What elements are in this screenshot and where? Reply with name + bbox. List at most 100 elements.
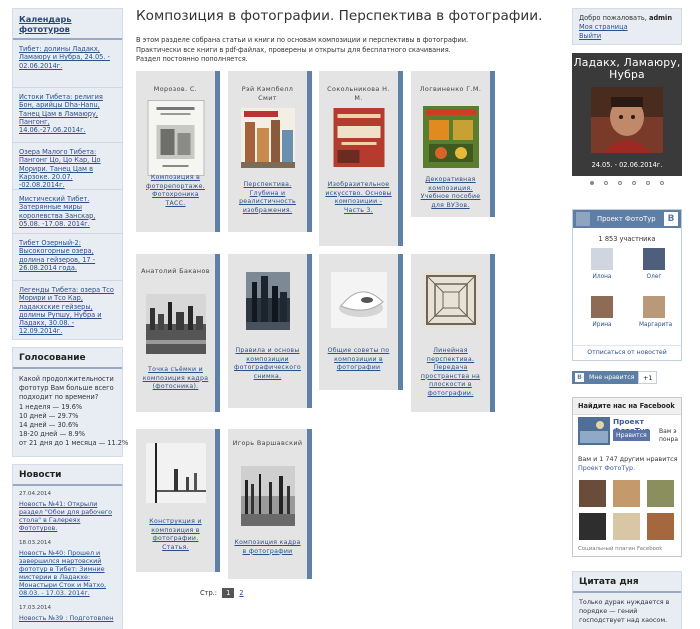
username: admin	[649, 14, 673, 22]
book-cover[interactable]	[145, 294, 206, 354]
right-sidebar: Добро пожаловать, admin Моя страница Вый…	[572, 8, 682, 629]
fb-fan-avatar[interactable]	[647, 480, 674, 507]
tour-link[interactable]: Озера Малого Тибета: Пангонг Цо, Цо Кар,…	[13, 143, 122, 190]
fb-page-link[interactable]: Проект ФотоТур.	[578, 464, 635, 472]
book-title-link[interactable]: Общие советы по композиции в фотографии	[319, 347, 398, 373]
poll-result: 10 дней — 29.7%	[19, 412, 79, 420]
vk-group-name[interactable]: Проект ФотоТур	[597, 215, 656, 223]
user-panel: Добро пожаловать, admin Моя страница Вый…	[572, 8, 682, 45]
book-cover[interactable]	[422, 106, 479, 168]
slide-photo	[591, 87, 663, 153]
news-item: 17.03.2014 Новость №39 : Подготовлен	[13, 600, 122, 625]
calendar-heading[interactable]: Календарь фототуров	[13, 9, 122, 40]
book-card: Рэй Кэмпбелл Смит Перспектива. Глубина и…	[228, 71, 312, 232]
book-cover[interactable]	[147, 100, 204, 176]
book-title-link[interactable]: Перспектива. Глубина и реалистичность из…	[228, 181, 307, 215]
news-link[interactable]: Новость №41: Открыли раздел "Обои для ра…	[19, 500, 116, 532]
fb-fan-avatar[interactable]	[647, 513, 674, 540]
slider-dot[interactable]	[618, 181, 622, 185]
intro-text: В этом разделе собрана статьи и книги по…	[136, 36, 560, 65]
fb-likes-count: Вам и 1 747 другим нравится	[578, 455, 678, 463]
vk-member[interactable]: Маргарита	[639, 296, 672, 328]
logout-link[interactable]: Выйти	[579, 32, 675, 41]
news-date: 18.03.2014	[19, 540, 52, 546]
vk-member[interactable]: Ирина	[587, 296, 617, 328]
book-card: Линейная перспектива. Передача пространс…	[411, 254, 495, 412]
book-title-link[interactable]: Правила и основы композиции фотографичес…	[228, 347, 307, 381]
fb-fan-avatar[interactable]	[579, 513, 606, 540]
fb-like-button[interactable]: Нравится	[613, 430, 650, 441]
poll-result: 1 неделя — 19.6%	[19, 403, 83, 411]
member-name: Ирина	[592, 322, 612, 328]
book-author: Морозов. С.	[153, 85, 198, 93]
welcome-text: Добро пожаловать,	[579, 14, 647, 22]
tour-link[interactable]: Мистический Тибет. Затерянные миры корол…	[13, 190, 122, 234]
fb-you-like: Вам э понра	[659, 428, 679, 443]
poll-block: Голосование Какой продолжительности фото…	[12, 347, 129, 457]
vk-unsubscribe-link[interactable]: Отписаться от новостей	[573, 345, 681, 356]
fb-plugin-footer[interactable]: Социальный плагин Facebook	[578, 546, 662, 552]
news-link[interactable]: Новость №39 : Подготовлен	[19, 614, 116, 622]
slider-dot[interactable]	[660, 181, 664, 185]
vk-logo-icon[interactable]: В	[664, 212, 678, 226]
book-title-link[interactable]: Композиция кадра в фотографии	[228, 539, 307, 556]
intro-line: В этом разделе собрана статьи и книги по…	[136, 36, 469, 44]
pager-page-link[interactable]: 2	[239, 589, 243, 597]
book-title-link[interactable]: Изобразительное искусство. Основы композ…	[319, 181, 398, 215]
tour-link[interactable]: Тибет: долины Ладакх, Ламаюру и Нубра, 2…	[13, 40, 122, 88]
avatar	[591, 248, 613, 270]
tour-link[interactable]: Истоки Тибета: религия Бон, арийцы Dha-H…	[13, 88, 122, 143]
vk-widget: Проект ФотоТур В 1 853 участника Илона О…	[572, 209, 682, 361]
intro-line: Практически все книги в pdf-файлах, пров…	[136, 45, 451, 54]
book-card: Сокольникова Н. М. Изобразительное искус…	[319, 71, 403, 246]
book-cover[interactable]	[240, 108, 295, 168]
tour-link[interactable]: Тибет Озерный-2: Высокогорные озера, дол…	[13, 234, 122, 281]
book-cover[interactable]	[145, 443, 206, 503]
news-date: 17.03.2014	[19, 605, 52, 611]
my-page-link[interactable]: Моя страница	[579, 23, 675, 32]
avatar	[591, 296, 613, 318]
book-cover[interactable]	[240, 466, 295, 526]
book-title-link[interactable]: Конструкция и композиция в фотографии. С…	[136, 518, 215, 552]
book-card: Конструкция и композиция в фотографии. С…	[136, 429, 220, 572]
book-card: Морозов. С. Композиция в фоторепортаже. …	[136, 71, 220, 232]
member-name: Илона	[592, 274, 612, 280]
book-author: Сокольникова Н. М.	[327, 85, 390, 102]
book-card: Игорь Варшавский Композиция кадра в фото…	[228, 429, 312, 579]
vk-like-button[interactable]: В Мне нравится	[572, 371, 639, 384]
tour-slider[interactable]: Ладакх, Ламаюру, Нубра 24.05. - 02.06.20…	[572, 53, 682, 176]
slider-dot[interactable]	[604, 181, 608, 185]
avatar	[643, 296, 665, 318]
book-title-link[interactable]: Декоративная композиция. Учебное пособие…	[411, 176, 490, 210]
slider-dots	[572, 176, 682, 191]
news-date: 27.04.2014	[19, 491, 52, 497]
vk-member[interactable]: Олег	[639, 248, 669, 280]
book-title-link[interactable]: Композиция в фоторепортаже. Фотохроника …	[136, 174, 215, 208]
poll-result: от 21 дня до 1 месяца — 11.2%	[19, 439, 129, 447]
fb-fan-avatar[interactable]	[613, 513, 640, 540]
fb-page-avatar[interactable]	[578, 417, 610, 445]
fb-fan-avatar[interactable]	[613, 480, 640, 507]
book-cover[interactable]	[422, 272, 479, 328]
book-cover[interactable]	[333, 108, 384, 167]
vk-member[interactable]: Илона	[587, 248, 617, 280]
tour-link[interactable]: Легенды Тибета: озера Тсо Морири и Тсо К…	[13, 281, 122, 339]
news-link[interactable]: Новость №40: Прошел и завершился мартовс…	[19, 549, 116, 597]
book-title-link[interactable]: Линейная перспектива. Передача пространс…	[411, 347, 490, 399]
slide-title: Ладакх, Ламаюру, Нубра	[573, 56, 681, 81]
book-cover[interactable]	[330, 272, 387, 328]
slider-dot[interactable]	[590, 181, 594, 185]
book-author: Анатолий Баканов	[141, 267, 210, 275]
pagination: Стр.: 1 2	[200, 588, 244, 598]
facebook-widget: Найдите нас на Facebook Проект ФотоТур Н…	[572, 397, 682, 557]
quote-block: Цитата дня Только дурак нуждается в поря…	[572, 571, 682, 629]
tour-calendar: Календарь фототуров Тибет: долины Ладакх…	[12, 8, 123, 340]
slider-dot[interactable]	[646, 181, 650, 185]
book-cover[interactable]	[245, 272, 290, 330]
slider-dot[interactable]	[632, 181, 636, 185]
fb-fan-avatar[interactable]	[579, 480, 606, 507]
book-card: Правила и основы композиции фотографичес…	[228, 254, 312, 408]
poll-result: 14 дней — 30.6%	[19, 421, 79, 429]
book-title-link[interactable]: Точка съёмки и композиция кадра (фотосни…	[136, 366, 215, 392]
like-count: +1	[638, 371, 658, 384]
